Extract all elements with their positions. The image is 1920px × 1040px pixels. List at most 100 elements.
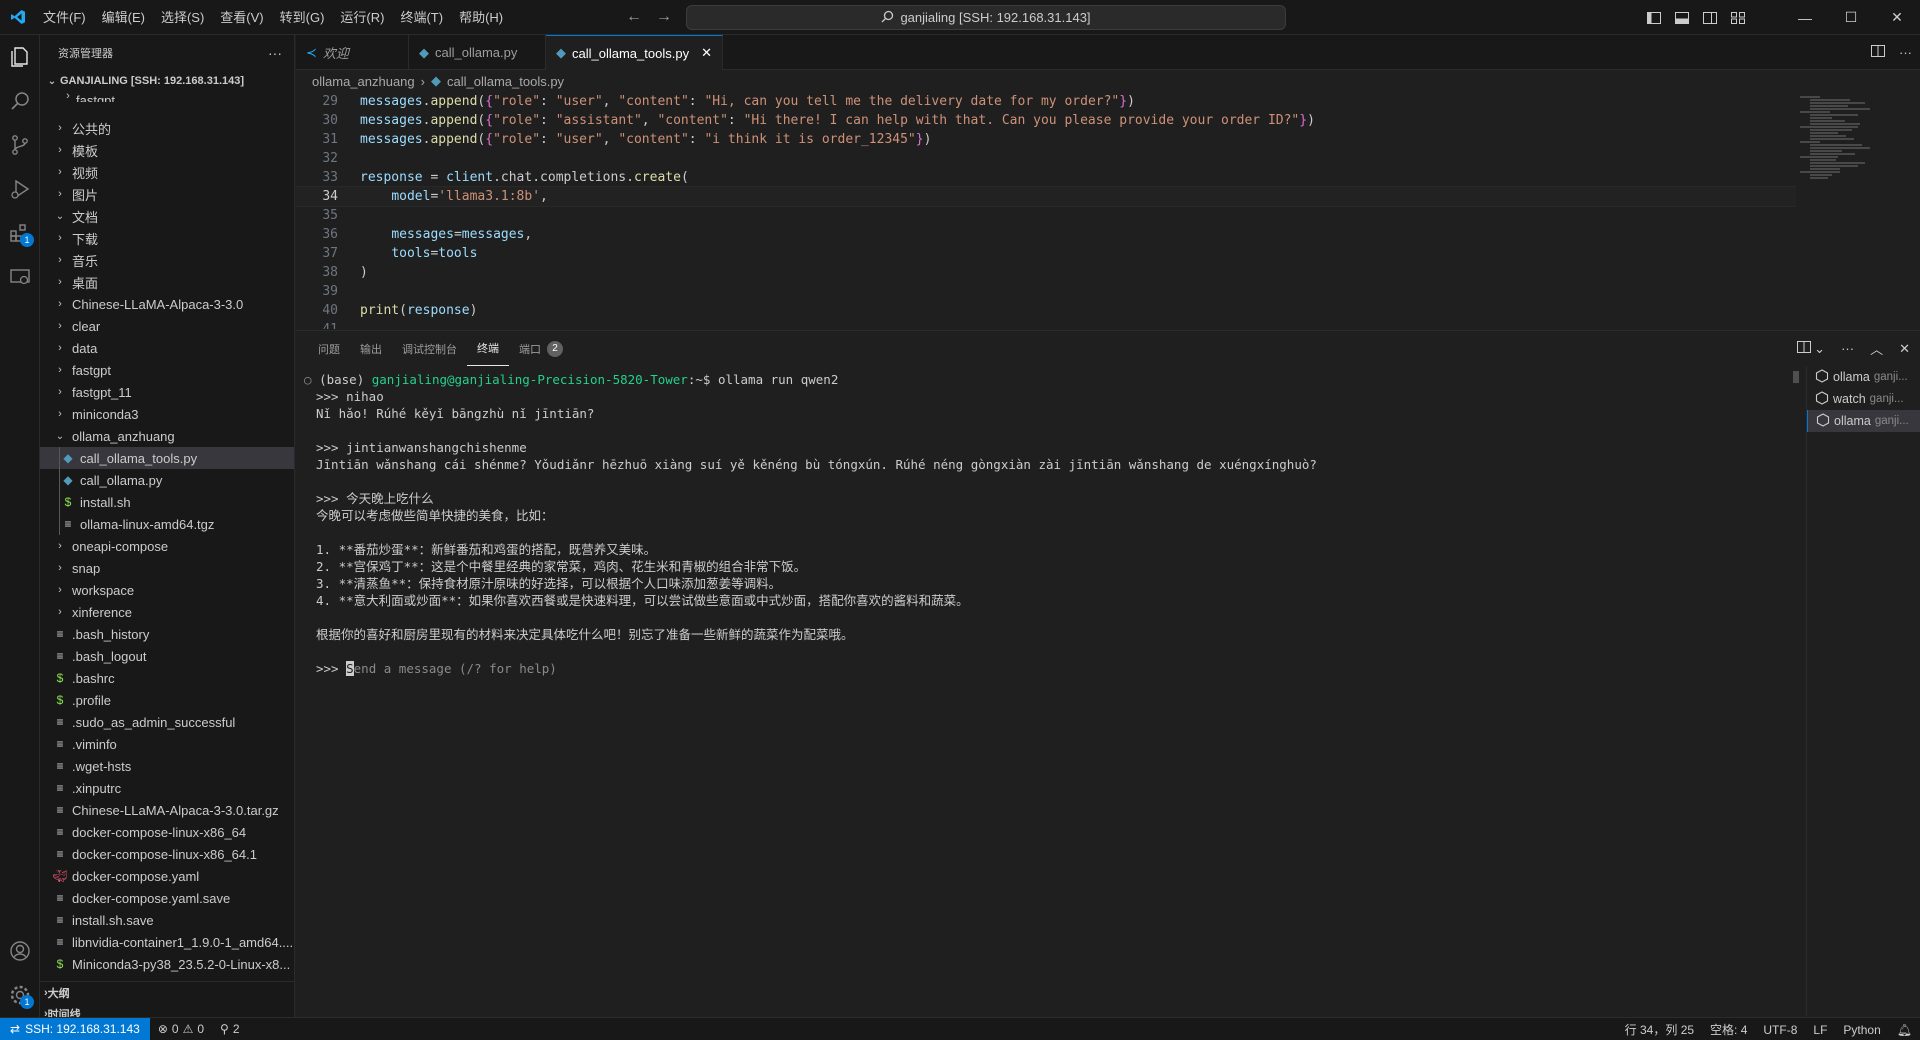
tree-item[interactable]: ≡ docker-compose.yaml.save [40,887,294,909]
tree-item[interactable]: $ Miniconda3-py38_23.5.2-0-Linux-x8... [40,953,294,975]
back-arrow-icon[interactable]: ← [626,8,642,26]
tree-item[interactable]: › 桌面 [40,271,294,293]
workspace-root[interactable]: ⌄ GANJIALING [SSH: 192.168.31.143] [40,70,294,92]
tree-item[interactable]: › fastgpt [40,359,294,381]
tree-item[interactable]: 🐳︎ docker-compose.yaml [40,865,294,887]
toggle-panel-icon[interactable] [1668,0,1696,35]
forward-arrow-icon[interactable]: → [656,8,672,26]
menu-item[interactable]: 查看(V) [212,0,271,35]
terminal-instance[interactable]: ollama ganji... [1807,366,1920,388]
tree-item[interactable]: › oneapi-compose [40,535,294,557]
breadcrumb-file[interactable]: call_ollama_tools.py [447,74,564,89]
customize-layout-icon[interactable] [1724,0,1752,35]
tree-item[interactable]: › 音乐 [40,249,294,271]
menu-item[interactable]: 帮助(H) [451,0,511,35]
tab-call-ollama-py[interactable]: ◆ call_ollama.py [409,35,546,70]
tree-item[interactable]: ◆ call_ollama_tools.py [40,447,294,469]
panel-more-icon[interactable]: ··· [1841,341,1854,356]
end-of-line[interactable]: LF [1805,1023,1835,1037]
tree-item[interactable]: › fastgpt_11 [40,381,294,403]
toggle-primary-sidebar-icon[interactable] [1640,0,1668,35]
tree-item[interactable]: › miniconda3 [40,403,294,425]
terminal-instance[interactable]: ollama ganji... [1807,410,1920,432]
terminal-input-line[interactable]: >>> Send a message (/? for help) [316,660,1796,677]
tree-item[interactable]: › snap [40,557,294,579]
command-center-search[interactable]: ganjialing [SSH: 192.168.31.143] [686,5,1286,30]
tree-item[interactable]: › workspace [40,579,294,601]
account-icon[interactable] [0,929,40,973]
maximize-panel-icon[interactable]: ︿ [1870,339,1883,358]
panel-tab[interactable]: 终端 [467,331,509,366]
tree-item[interactable]: ≡ .bash_history [40,623,294,645]
close-window-button[interactable]: ✕ [1874,0,1920,35]
tree-item[interactable]: › data [40,337,294,359]
terminal-scrollbar[interactable] [1793,371,1799,383]
close-panel-icon[interactable]: ✕ [1899,341,1910,357]
menu-item[interactable]: 转到(G) [272,0,333,35]
maximize-button[interactable]: ☐ [1828,0,1874,35]
menu-item[interactable]: 选择(S) [153,0,212,35]
tree-item[interactable]: ≡ .wget-hsts [40,755,294,777]
tree-item[interactable]: ≡ docker-compose-linux-x86_64 [40,821,294,843]
terminal-instance[interactable]: watch ganji... [1807,388,1920,410]
tree-item[interactable]: ≡ libnvidia-container1_1.9.0-1_amd64.... [40,931,294,953]
run-debug-icon[interactable] [0,167,40,211]
outline-section[interactable]: › 大纲 [40,981,294,1003]
panel-tab[interactable]: 输出 [350,331,392,366]
tree-item[interactable]: $ .profile [40,689,294,711]
indentation[interactable]: 空格: 4 [1702,1021,1755,1038]
ports-indicator[interactable]: ⚲ 2 [212,1022,247,1036]
tree-item[interactable]: ≡ .bash_logout [40,645,294,667]
tree-item[interactable]: ⌄ 文档 [40,205,294,227]
code-editor[interactable]: 29 messages.append({"role": "user", "cont… [296,92,1796,329]
tree-item[interactable]: › 公共的 [40,117,294,139]
menu-item[interactable]: 运行(R) [332,0,392,35]
extensions-icon[interactable]: 1 [0,211,40,255]
language-mode[interactable]: Python [1835,1023,1888,1037]
breadcrumb-folder[interactable]: ollama_anzhuang [312,74,415,89]
panel-tab[interactable]: 调试控制台 [392,331,467,366]
tree-item[interactable]: › xinference [40,601,294,623]
encoding[interactable]: UTF-8 [1755,1023,1805,1037]
tree-item[interactable]: ≡ ollama-linux-amd64.tgz [40,513,294,535]
source-control-icon[interactable] [0,123,40,167]
menu-item[interactable]: 文件(F) [35,0,94,35]
tree-item[interactable]: ≡ install.sh.save [40,909,294,931]
problems-indicator[interactable]: ⊗ 0 ⚠ 0 [150,1022,212,1036]
panel-tab[interactable]: 问题 [308,331,350,366]
search-view-icon[interactable] [0,79,40,123]
timeline-section[interactable]: › 时间线 [40,1003,294,1017]
minimap[interactable] [1796,92,1911,329]
tree-item[interactable]: › clear [40,315,294,337]
tree-item[interactable]: › 模板 [40,139,294,161]
panel-tab[interactable]: 端口 2 [509,331,573,366]
remote-indicator[interactable]: ⇄ SSH: 192.168.31.143 [0,1017,150,1040]
split-terminal-icon[interactable]: ⌄ [1796,340,1825,357]
terminal-output[interactable]: ○ (base) ganjialing@ganjialing-Precision… [304,371,1796,1011]
tree-item[interactable]: › Chinese-LLaMA-Alpaca-3-3.0 [40,293,294,315]
tab-call-ollama-tools-py[interactable]: ◆ call_ollama_tools.py ✕ [546,35,723,70]
split-editor-icon[interactable] [1871,45,1885,60]
tree-item[interactable]: ⌄ ollama_anzhuang [40,425,294,447]
tree-clipped-item[interactable]: › fastgpt [40,92,294,102]
menu-item[interactable]: 编辑(E) [94,0,153,35]
more-actions-icon[interactable]: ··· [268,45,282,61]
tab--[interactable]: ≺ 欢迎 [296,35,409,70]
tree-item[interactable]: ≡ .viminfo [40,733,294,755]
tree-item[interactable]: › 视频 [40,161,294,183]
tree-item[interactable]: $ install.sh [40,491,294,513]
explorer-icon[interactable] [0,35,40,79]
manage-gear-icon[interactable]: 1 [0,973,40,1017]
tree-item[interactable]: $ .bashrc [40,667,294,689]
close-icon[interactable]: ✕ [701,45,712,61]
tree-item[interactable]: ≡ docker-compose-linux-x86_64.1 [40,843,294,865]
cursor-position[interactable]: 行 34，列 25 [1617,1021,1702,1038]
toggle-secondary-sidebar-icon[interactable] [1696,0,1724,35]
tree-item[interactable]: › 图片 [40,183,294,205]
notifications-bell-icon[interactable]: 🔔︎ [1889,1023,1920,1037]
minimize-button[interactable]: — [1782,0,1828,35]
tree-item[interactable]: ≡ .xinputrc [40,777,294,799]
menu-item[interactable]: 终端(T) [392,0,451,35]
remote-explorer-icon[interactable] [0,255,40,299]
editor-more-icon[interactable]: ··· [1899,45,1912,60]
